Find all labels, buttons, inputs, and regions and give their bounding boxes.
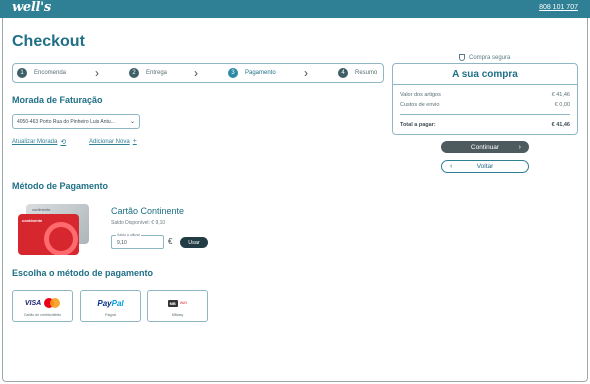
balance-input-label: Saldo a utilizar	[116, 233, 141, 237]
chevron-right-icon: ›	[95, 66, 99, 80]
row-value: € 41,46	[551, 92, 570, 98]
back-button[interactable]: ‹ Voltar	[441, 160, 529, 173]
back-label: Voltar	[476, 163, 494, 170]
wells-logo[interactable]: well's	[12, 0, 51, 15]
currency-symbol: €	[168, 237, 173, 246]
step-number: 1	[17, 68, 27, 78]
payment-option-card[interactable]: VISA Cartão de crédito/débito	[12, 290, 73, 322]
summary-row-items: Valor dos artigos € 41,46	[400, 92, 570, 98]
secure-label: Compra segura	[469, 54, 511, 61]
mastercard-icon	[44, 298, 61, 308]
continue-label: Continuar	[470, 143, 500, 151]
step-label: Encomenda	[34, 70, 67, 76]
divider	[400, 114, 570, 115]
way-mark: WAY	[179, 301, 188, 305]
card-title: Cartão Continente	[111, 206, 185, 216]
total-label: Total a pagar:	[400, 122, 436, 128]
step-number: 2	[129, 68, 139, 78]
step-label: Resumo	[355, 70, 378, 76]
step-number: 4	[338, 68, 348, 78]
refresh-icon: ⟲	[60, 139, 67, 146]
update-address-label: Atualizar Morada	[12, 139, 58, 145]
update-address-link[interactable]: Atualizar Morada ⟲	[12, 138, 66, 146]
payment-option-mbway[interactable]: MB WAY MBway	[147, 290, 208, 322]
step-entrega[interactable]: 2 Entrega	[129, 68, 167, 78]
payment-method-heading: Método de Pagamento	[12, 181, 109, 191]
checkout-steps: 1 Encomenda › 2 Entrega › 3 Pagamento › …	[12, 63, 384, 83]
use-balance-button[interactable]: Usar	[180, 237, 208, 248]
step-resumo[interactable]: 4 Resumo	[338, 68, 377, 78]
balance-input[interactable]: Saldo a utilizar 9,10	[111, 233, 164, 249]
mbway-logo: MB WAY	[148, 296, 207, 310]
shield-icon	[459, 54, 465, 61]
option-caption: MBway	[171, 313, 184, 317]
chevron-right-icon: ›	[194, 66, 198, 80]
chevron-right-icon: ›	[518, 143, 521, 151]
step-number: 3	[228, 68, 238, 78]
row-label: Custos de envio	[400, 102, 440, 108]
paypal-logo: PayPal	[81, 296, 140, 310]
summary-row-total: Total a pagar: € 41,46	[400, 122, 570, 128]
payment-option-paypal[interactable]: PayPal Paypal	[80, 290, 141, 322]
address-select[interactable]: 4050-463 Porto Rua do Pinheiro Luis Antu…	[12, 114, 140, 129]
plus-icon: +	[132, 138, 137, 145]
step-encomenda[interactable]: 1 Encomenda	[17, 68, 66, 78]
step-label: Pagamento	[245, 70, 276, 76]
chevron-right-icon: ›	[304, 66, 308, 80]
card-brand: continente	[32, 207, 51, 212]
summary-title: A sua compra	[452, 69, 518, 80]
choose-method-heading: Escolha o método de pagamento	[12, 268, 154, 278]
visa-logo: VISA	[24, 299, 42, 307]
phone-link[interactable]: 808 101 707	[539, 4, 578, 11]
step-pagamento[interactable]: 3 Pagamento	[228, 68, 276, 78]
order-summary: A sua compra Valor dos artigos € 41,46 C…	[392, 63, 578, 135]
top-bar: well's 808 101 707	[0, 0, 590, 18]
balance-input-value: 9,10	[117, 240, 127, 246]
swirl-logo-icon	[44, 222, 78, 255]
address-value: 4050-463 Porto Rua do Pinheiro Luis Antu…	[17, 119, 115, 125]
total-value: € 41,46	[551, 122, 570, 128]
billing-heading: Morada de Faturação	[12, 95, 103, 105]
add-address-link[interactable]: Adicionar Nova +	[89, 138, 137, 145]
chevron-down-icon: ⌄	[129, 119, 135, 125]
balance-text: Saldo Disponível: € 9,10	[111, 220, 166, 226]
page-title: Checkout	[12, 33, 85, 50]
summary-row-shipping: Custos de envio € 0,00	[400, 102, 570, 108]
card-brand: continente	[22, 218, 43, 223]
card-continente-red: continente	[18, 214, 79, 255]
paypal-word-b: Pal	[111, 298, 124, 308]
row-value: € 0,00	[554, 102, 570, 108]
secure-purchase-badge: Compra segura	[459, 54, 510, 61]
divider	[393, 84, 577, 85]
paypal-word-a: Pay	[97, 298, 112, 308]
option-caption: Cartão de crédito/débito	[23, 313, 62, 317]
add-address-label: Adicionar Nova	[89, 138, 130, 145]
step-label: Entrega	[146, 70, 168, 76]
option-caption: Paypal	[105, 313, 116, 317]
chevron-left-icon: ‹	[450, 163, 453, 170]
mb-mark: MB	[167, 299, 178, 307]
row-label: Valor dos artigos	[400, 92, 441, 98]
continue-button[interactable]: Continuar ›	[441, 141, 529, 153]
card-logos: VISA	[13, 296, 72, 310]
